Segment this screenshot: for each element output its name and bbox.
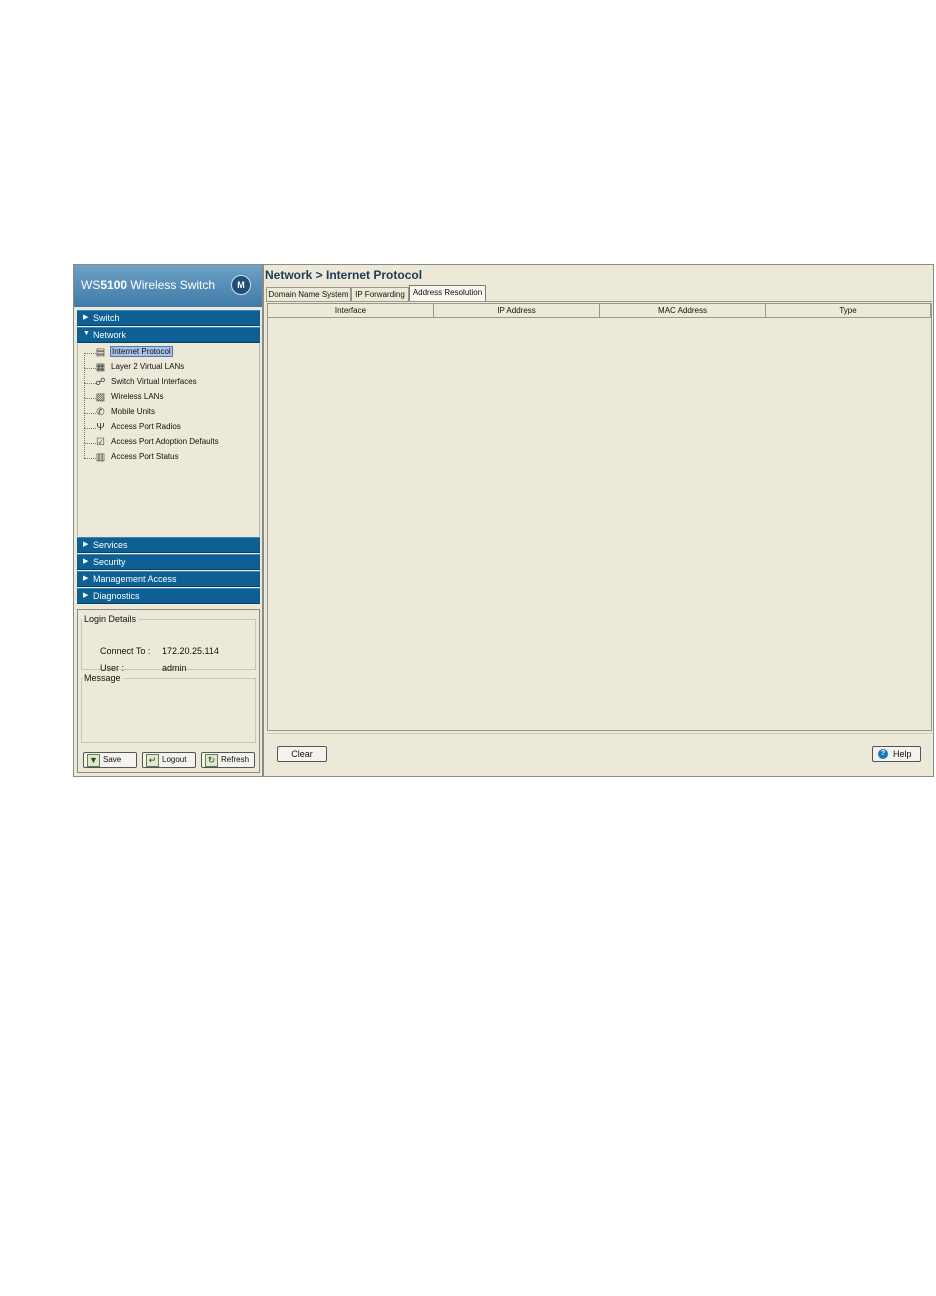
save-icon: ▼ <box>87 754 100 767</box>
logout-button[interactable]: ↵ Logout <box>142 752 196 768</box>
chevron-right-icon: ▶ <box>83 558 89 565</box>
chevron-right-icon: ▶ <box>83 541 89 548</box>
status-icon: ▥ <box>95 452 106 463</box>
app-window: WS5100 Wireless Switch M ▶ Switch ▼ Netw… <box>73 264 934 777</box>
refresh-icon: ↻ <box>205 754 218 767</box>
logout-icon: ↵ <box>146 754 159 767</box>
login-details-group: Login Details Connect To : 172.20.25.114… <box>81 614 256 673</box>
chevron-right-icon: ▶ <box>83 314 89 321</box>
main-panel: Network > Internet Protocol Domain Name … <box>264 265 933 776</box>
adoption-icon: ☑ <box>96 437 105 448</box>
tab-domain-name-system[interactable]: Domain Name System <box>266 287 351 302</box>
column-header-mac-address[interactable]: MAC Address <box>600 304 766 318</box>
svi-icon: ☍ <box>95 377 106 388</box>
column-header-interface[interactable]: Interface <box>268 304 434 318</box>
tab-address-resolution[interactable]: Address Resolution <box>409 285 486 302</box>
brand-header: WS5100 Wireless Switch M <box>74 265 262 307</box>
chevron-down-icon: ▼ <box>83 330 90 337</box>
mobile-unit-icon: ✆ <box>96 407 105 418</box>
app-title: WS5100 Wireless Switch <box>81 278 216 292</box>
left-panel: WS5100 Wireless Switch M ▶ Switch ▼ Netw… <box>74 265 264 776</box>
wlan-icon: ▧ <box>95 392 106 403</box>
ip-icon: ▤ <box>95 347 106 358</box>
tab-ip-forwarding[interactable]: IP Forwarding <box>351 287 409 302</box>
user-label: User : <box>100 663 125 673</box>
column-header-type[interactable]: Type <box>766 304 931 318</box>
user-value: admin <box>162 663 187 673</box>
column-header-ip-address[interactable]: IP Address <box>434 304 600 318</box>
save-button[interactable]: ▼ Save <box>83 752 137 768</box>
help-button[interactable]: ? Help <box>872 746 921 762</box>
connect-to-label: Connect To : <box>100 646 151 656</box>
network-tree: ▤ Internet Protocol ▦ Layer 2 Virtual LA… <box>77 344 260 536</box>
message-group: Message <box>81 673 256 743</box>
arp-table: Interface IP Address MAC Address Type <box>267 303 932 731</box>
action-bar: Clear ? Help <box>267 733 932 777</box>
breadcrumb: Network > Internet Protocol <box>265 268 423 282</box>
refresh-button[interactable]: ↻ Refresh <box>201 752 255 768</box>
nav-security[interactable]: ▶ Security <box>77 554 260 570</box>
session-panel: Login Details Connect To : 172.20.25.114… <box>77 609 260 773</box>
nav-network[interactable]: ▼ Network <box>77 327 260 343</box>
clear-button[interactable]: Clear <box>277 746 327 762</box>
antenna-icon: Ψ <box>96 422 105 433</box>
nav-management-access[interactable]: ▶ Management Access <box>77 571 260 587</box>
chevron-right-icon: ▶ <box>83 575 89 582</box>
connect-to-value: 172.20.25.114 <box>162 646 219 656</box>
vlan-icon: ▦ <box>95 362 106 373</box>
nav-switch[interactable]: ▶ Switch <box>77 310 260 326</box>
nav-services[interactable]: ▶ Services <box>77 537 260 553</box>
nav-diagnostics[interactable]: ▶ Diagnostics <box>77 588 260 604</box>
chevron-right-icon: ▶ <box>83 592 89 599</box>
motorola-logo-icon: M <box>231 275 251 295</box>
help-icon: ? <box>878 749 888 759</box>
